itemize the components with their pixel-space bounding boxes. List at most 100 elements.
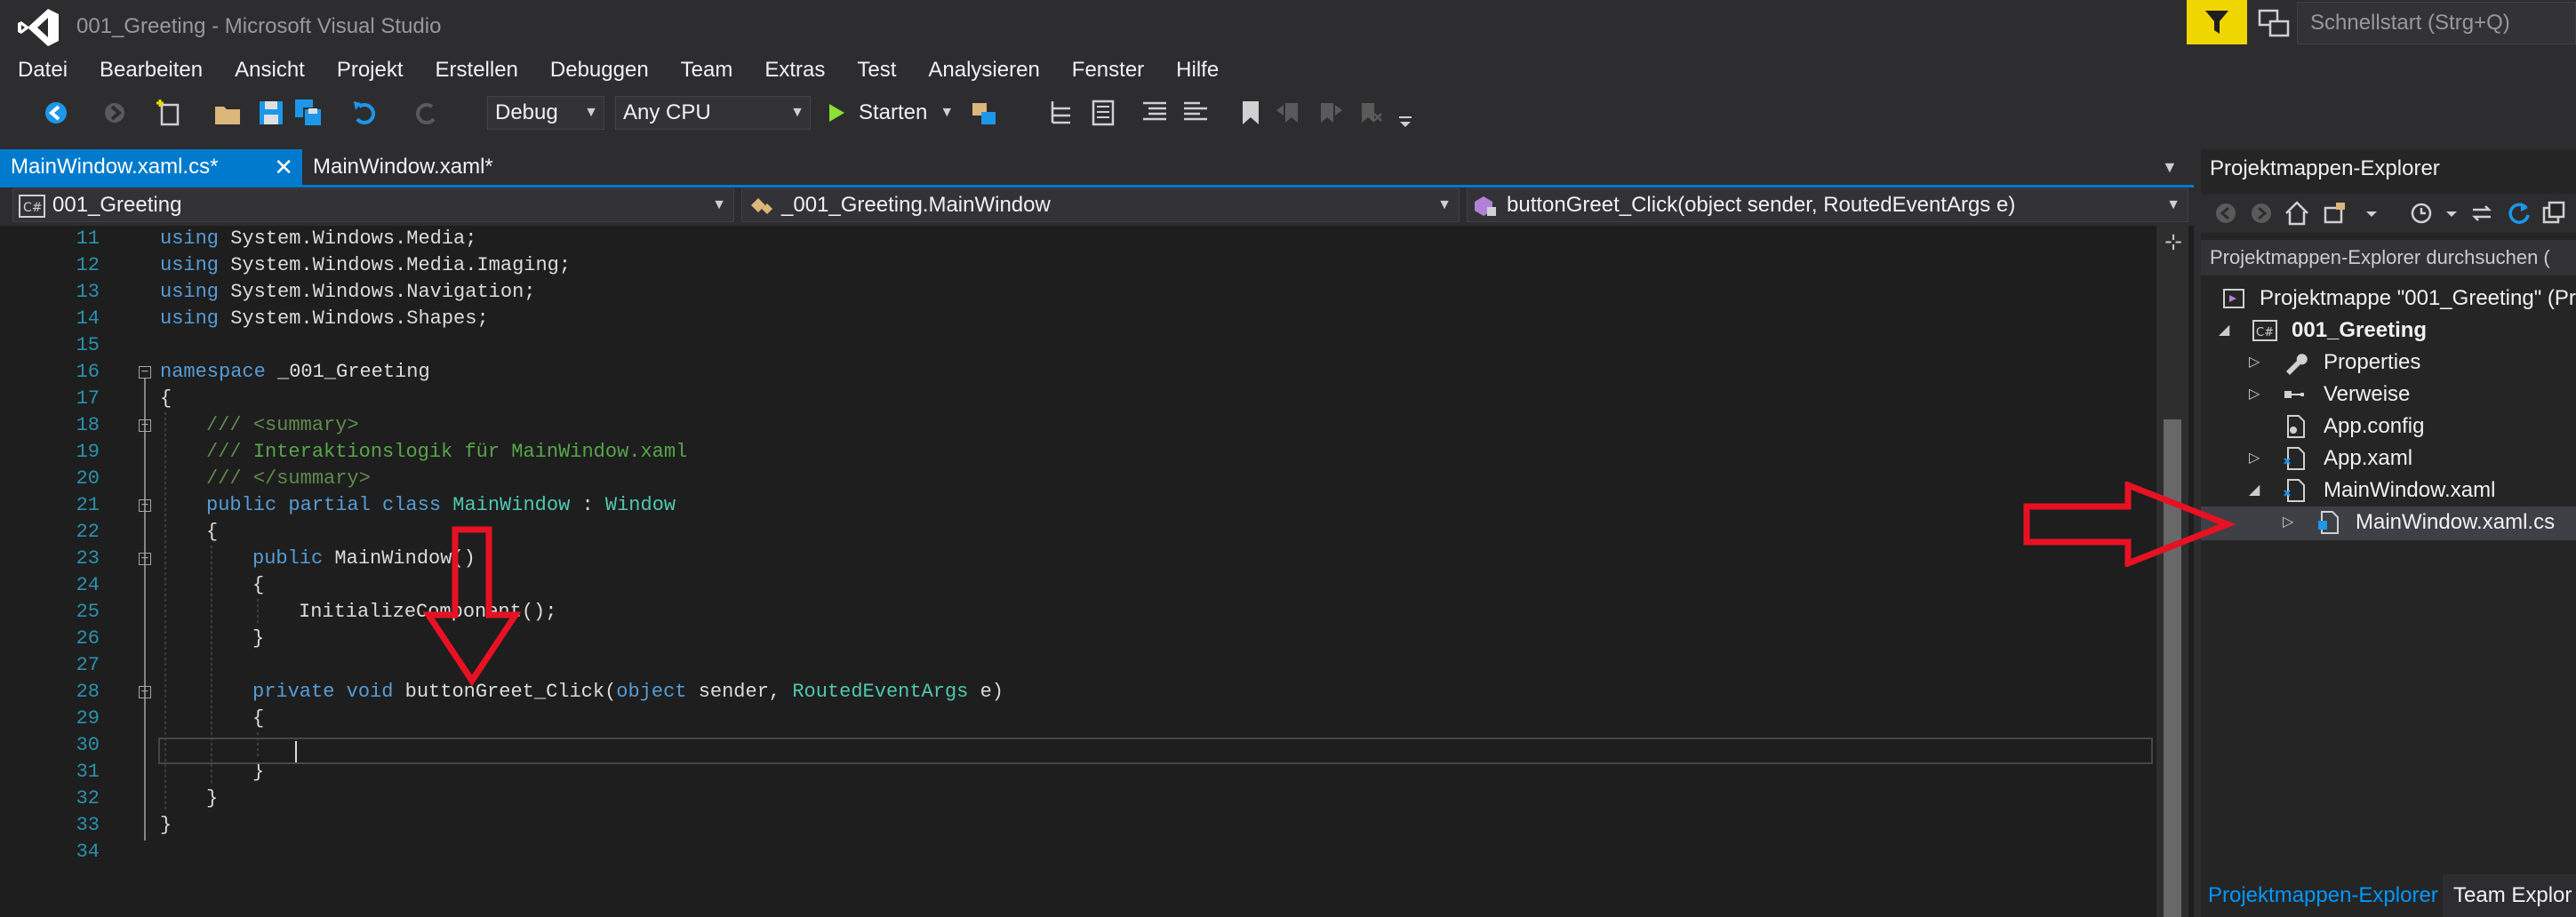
expanded-arrow-icon[interactable]: ◢ xyxy=(2249,474,2260,506)
line-number: 33 xyxy=(76,814,100,836)
close-icon[interactable]: ✕ xyxy=(274,149,293,185)
code-editor[interactable]: 11 12 13 14 15 16 17 18 19 20 21 22 23 2… xyxy=(0,226,2194,917)
code-token: using xyxy=(160,227,220,250)
menu-fenster[interactable]: Fenster xyxy=(1054,55,1158,85)
collapse-all-icon[interactable] xyxy=(2540,199,2569,227)
menu-erstellen[interactable]: Erstellen xyxy=(418,55,532,85)
references-icon xyxy=(2284,391,2304,398)
line-number: 26 xyxy=(76,627,100,650)
menu-analysieren[interactable]: Analysieren xyxy=(910,55,1053,85)
format-document-icon[interactable] xyxy=(1138,96,1172,130)
line-number: 30 xyxy=(76,734,100,756)
menu-hilfe[interactable]: Hilfe xyxy=(1158,55,1233,85)
annotation-arrow-right xyxy=(2023,482,2236,567)
menu-team[interactable]: Team xyxy=(663,55,748,85)
menu-projekt[interactable]: Projekt xyxy=(319,55,418,85)
quick-launch-input[interactable] xyxy=(2298,3,2576,44)
solution-explorer-search[interactable] xyxy=(2201,240,2576,275)
line-number: 15 xyxy=(76,334,100,356)
class-icon xyxy=(751,198,772,214)
sync-with-document-icon[interactable] xyxy=(2468,199,2496,227)
new-project-icon[interactable] xyxy=(153,96,187,130)
line-number: 11 xyxy=(76,227,100,250)
type-dropdown-value: _001_Greeting.MainWindow xyxy=(781,193,1051,217)
type-dropdown[interactable]: _001_Greeting.MainWindow ▼ xyxy=(741,188,1460,222)
chevron-down-icon[interactable] xyxy=(2357,199,2386,227)
method-icon xyxy=(1475,196,1496,216)
menu-extras[interactable]: Extras xyxy=(747,55,839,85)
line-number: 25 xyxy=(76,601,100,623)
clear-bookmarks-icon[interactable] xyxy=(1351,96,1385,130)
code-token: Interaktionslogik für MainWindow.xaml xyxy=(252,441,688,463)
tab-team-explorer[interactable]: Team Explor xyxy=(2446,874,2576,917)
collapse-namespace-icon[interactable]: − xyxy=(139,365,151,379)
svg-text:C#: C# xyxy=(2256,326,2274,339)
step-over-icon[interactable] xyxy=(1045,96,1079,130)
document-tab-strip: MainWindow.xaml.cs* ✕ MainWindow.xaml* xyxy=(0,149,2194,187)
home-icon[interactable] xyxy=(2283,199,2311,227)
browser-link-icon[interactable] xyxy=(967,96,1001,130)
chevron-down-icon: ▼ xyxy=(1437,197,1452,212)
pending-changes-icon[interactable] xyxy=(2407,199,2436,227)
code-token: System.Windows.Media.Imaging; xyxy=(219,254,572,276)
chevron-down-icon[interactable] xyxy=(2437,199,2466,227)
split-window-icon[interactable]: ⊹ xyxy=(2160,229,2187,256)
chevron-down-icon: ▼ xyxy=(940,105,955,120)
comment-lines-icon[interactable] xyxy=(1179,96,1212,130)
tree-item-label: MainWindow.xaml.cs xyxy=(2356,510,2556,534)
tab-list-dropdown-icon[interactable]: ▼ xyxy=(2162,158,2178,177)
line-number: 12 xyxy=(76,254,100,276)
back-icon[interactable] xyxy=(39,96,73,130)
next-bookmark-icon[interactable] xyxy=(1312,96,1346,130)
save-icon[interactable] xyxy=(254,96,288,130)
project-dropdown-value: 001_Greeting xyxy=(52,193,182,217)
expanded-arrow-icon[interactable]: ◢ xyxy=(2219,315,2229,347)
svg-text:C#: C# xyxy=(23,201,43,215)
member-dropdown[interactable]: buttonGreet_Click(object sender, RoutedE… xyxy=(1467,188,2188,222)
menu-ansicht[interactable]: Ansicht xyxy=(217,55,319,85)
tree-item-label: Verweise xyxy=(2324,382,2411,406)
csharp-file-icon xyxy=(2318,511,2339,534)
tab-mainwindow-xaml[interactable]: MainWindow.xaml* xyxy=(302,149,516,185)
collapsed-arrow-icon[interactable]: ▷ xyxy=(2249,379,2260,411)
tab-label: MainWindow.xaml.cs* xyxy=(11,155,219,179)
save-all-icon[interactable] xyxy=(292,96,325,130)
refresh-icon[interactable] xyxy=(2505,199,2533,227)
bookmark-icon[interactable] xyxy=(1234,96,1268,130)
previous-bookmark-icon[interactable] xyxy=(1273,96,1307,130)
code-token: using xyxy=(160,254,220,276)
solution-icon xyxy=(2223,289,2244,308)
show-threads-icon[interactable] xyxy=(1086,96,1120,130)
open-file-icon[interactable] xyxy=(212,96,245,130)
solution-explorer-search-input[interactable] xyxy=(2201,240,2576,275)
undo-icon[interactable] xyxy=(348,96,382,130)
code-token: { xyxy=(160,387,172,410)
project-dropdown[interactable]: C# 001_Greeting ▼ xyxy=(12,188,734,222)
menu-bearbeiten[interactable]: Bearbeiten xyxy=(82,55,217,85)
collapsed-arrow-icon[interactable]: ▷ xyxy=(2249,347,2260,379)
code-token: </summary> xyxy=(252,467,371,490)
back-icon[interactable] xyxy=(2212,199,2240,227)
solution-config-dropdown[interactable]: Debug ▼ xyxy=(487,96,604,130)
start-debugging-button[interactable]: Starten ▼ xyxy=(825,96,954,130)
tab-mainwindow-xaml-cs[interactable]: MainWindow.xaml.cs* ✕ xyxy=(0,149,302,185)
tab-solution-explorer[interactable]: Projektmappen-Explorer xyxy=(2201,874,2443,917)
tree-item-label: Projektmappe "001_Greeting" (Pro xyxy=(2260,286,2576,310)
switch-views-icon[interactable] xyxy=(2322,199,2350,227)
quick-launch-search[interactable] xyxy=(2297,2,2576,44)
collapsed-arrow-icon[interactable]: ▷ xyxy=(2249,443,2260,474)
forward-icon[interactable] xyxy=(98,96,132,130)
solution-platform-dropdown[interactable]: Any CPU ▼ xyxy=(615,96,811,130)
collapsed-arrow-icon[interactable]: ▷ xyxy=(2283,506,2293,538)
menu-debuggen[interactable]: Debuggen xyxy=(532,55,663,85)
redo-icon[interactable] xyxy=(409,96,443,130)
feedback-button[interactable] xyxy=(2187,0,2247,44)
toolbar-overflow-icon[interactable] xyxy=(1388,96,1422,130)
menu-datei[interactable]: Datei xyxy=(0,55,82,85)
text-caret xyxy=(295,741,297,762)
account-icon[interactable] xyxy=(2256,5,2292,41)
line-number: 18 xyxy=(76,414,100,436)
menu-test[interactable]: Test xyxy=(839,55,910,85)
forward-icon[interactable] xyxy=(2247,199,2276,227)
code-token: sender, xyxy=(686,681,793,703)
